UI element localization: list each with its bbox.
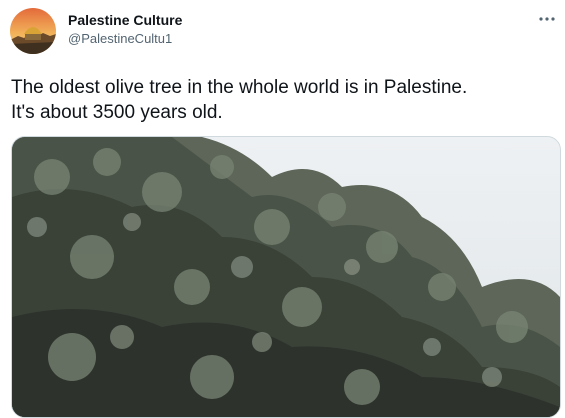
olive-tree-photo	[12, 137, 560, 417]
tweet-card: Palestine Culture @PalestineCultu1 The o…	[0, 0, 565, 418]
tweet-photo[interactable]	[11, 136, 561, 418]
more-options-button[interactable]	[537, 12, 557, 26]
avatar-image	[10, 8, 56, 54]
tweet-text: The oldest olive tree in the whole world…	[11, 75, 559, 125]
tweet-text-line: It's about 3500 years old.	[11, 102, 223, 123]
author-name[interactable]: Palestine Culture	[68, 12, 182, 29]
tweet-text-line: The oldest olive tree in the whole world…	[11, 77, 468, 98]
author-handle[interactable]: @PalestineCultu1	[68, 31, 172, 47]
ellipsis-icon	[539, 17, 555, 21]
avatar[interactable]	[10, 8, 56, 54]
